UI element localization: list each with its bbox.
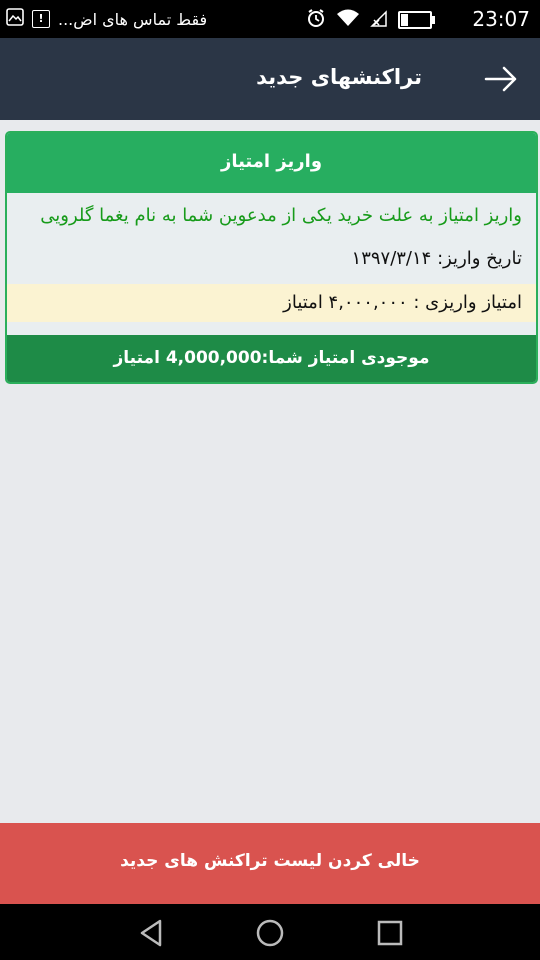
transaction-amount: امتیاز واریزی : ۴,۰۰۰,۰۰۰ امتیاز bbox=[7, 284, 536, 322]
alarm-icon bbox=[306, 8, 326, 32]
transaction-card: واریز امتیاز واریز امتیاز به علت خرید یک… bbox=[5, 131, 538, 384]
nav-home-icon[interactable] bbox=[255, 918, 285, 948]
page-title: تراکنشهای جدید bbox=[256, 65, 422, 89]
nav-back-icon[interactable] bbox=[136, 918, 166, 948]
clock: 23:07 bbox=[472, 7, 530, 31]
notification-text: فقط تماس های اض... bbox=[58, 9, 208, 29]
battery-icon bbox=[398, 11, 435, 29]
transaction-date: تاریخ واریز: ۱۳۹۷/۳/۱۴ bbox=[351, 248, 522, 269]
alert-icon: ! bbox=[32, 10, 50, 28]
system-icons bbox=[306, 8, 435, 32]
nav-bar bbox=[0, 904, 540, 960]
transaction-description: واریز امتیاز به علت خرید یکی از مدعوین ش… bbox=[40, 205, 522, 226]
app-bar: تراکنشهای جدید bbox=[0, 38, 540, 120]
balance-footer: موجودی امتیاز شما:4,000,000 امتیاز bbox=[7, 335, 536, 382]
image-icon bbox=[6, 8, 24, 30]
wifi-icon bbox=[336, 8, 360, 32]
status-bar: فقط تماس های اض... ! 23:07 bbox=[0, 0, 540, 38]
no-signal-icon bbox=[370, 8, 388, 32]
clear-transactions-button[interactable]: خالی کردن لیست تراکنش های جدید bbox=[0, 823, 540, 904]
notification-area: فقط تماس های اض... ! bbox=[6, 8, 207, 30]
transaction-title: واریز امتیاز bbox=[7, 133, 536, 193]
nav-recents-icon[interactable] bbox=[375, 918, 405, 948]
arrow-right-icon[interactable] bbox=[484, 66, 518, 92]
